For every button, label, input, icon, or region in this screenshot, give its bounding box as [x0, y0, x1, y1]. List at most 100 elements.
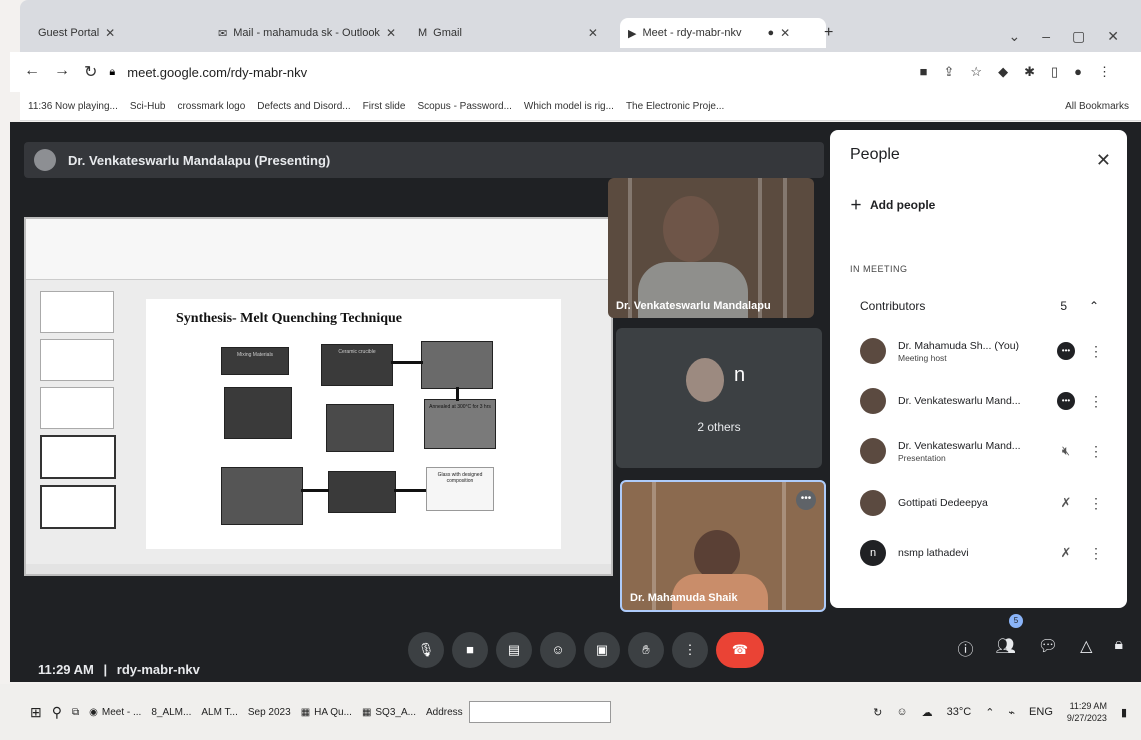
host-controls-icon[interactable]: 🔒︎: [1114, 636, 1123, 660]
close-icon[interactable]: ✕: [1107, 28, 1119, 45]
tile-name: Dr. Venkateswarlu Mandalapu: [616, 300, 771, 312]
in-meeting-heading: IN MEETING: [850, 264, 908, 274]
address-toolbar-input[interactable]: [468, 701, 611, 723]
emoji-button[interactable]: ☺: [540, 632, 576, 668]
slide-thumbnail[interactable]: [40, 387, 114, 429]
video-tile-self[interactable]: ••• Dr. Mahamuda Shaik: [620, 480, 826, 612]
taskbar-item[interactable]: ALM T...: [201, 707, 238, 718]
avatar: [860, 388, 886, 414]
more-vert-icon[interactable]: ⋮: [1089, 393, 1103, 410]
search-icon[interactable]: ⚲: [52, 704, 62, 721]
person-icon[interactable]: ☺: [896, 706, 907, 718]
back-icon[interactable]: ←: [24, 62, 40, 82]
powerpoint-ribbon: [26, 219, 611, 280]
slide-thumbnail[interactable]: [40, 485, 116, 529]
others-label: 2 others: [697, 420, 741, 434]
meeting-code: rdy-mabr-nkv: [116, 662, 200, 677]
more-options-icon[interactable]: •••: [796, 490, 816, 510]
bookmark-item[interactable]: crossmark logo: [177, 101, 245, 112]
activities-icon[interactable]: △: [1080, 636, 1092, 660]
tab-outlook[interactable]: ✉ Mail - mahamuda sk - Outlook ✕: [210, 18, 404, 48]
language-indicator[interactable]: ENG: [1029, 706, 1053, 718]
tab-gmail[interactable]: M Gmail ✕: [410, 18, 606, 48]
site-info-icon[interactable]: 🔒︎: [109, 66, 115, 79]
close-icon[interactable]: ✕: [386, 26, 396, 40]
camera-icon[interactable]: ■: [920, 64, 928, 80]
all-bookmarks-link[interactable]: All Bookmarks: [1065, 101, 1129, 112]
tab-meet[interactable]: ▶ Meet - rdy-mabr-nkv ● ✕: [620, 18, 826, 48]
tab-guest-portal[interactable]: Guest Portal ✕: [30, 18, 123, 48]
participant-name: Gottipati Dedeepya: [898, 496, 988, 509]
participant-role: Presentation: [898, 452, 946, 463]
refresh-icon[interactable]: ↻: [873, 706, 882, 719]
extension-icon[interactable]: ◆: [998, 64, 1008, 80]
clock[interactable]: 11:29 AM 9/27/2023: [1067, 700, 1107, 724]
info-icon[interactable]: ⓘ: [958, 636, 974, 660]
chat-icon[interactable]: 💬︎: [1038, 636, 1058, 660]
more-vert-icon[interactable]: ⋮: [1089, 495, 1103, 512]
flow-box-text: Ceramic crucible: [338, 349, 376, 355]
bookmark-item[interactable]: First slide: [363, 101, 406, 112]
contributors-section[interactable]: Contributors 5 ⌃: [840, 288, 1115, 324]
taskbar-item[interactable]: ▦ HA Qu...: [301, 707, 352, 718]
chevron-up-icon[interactable]: ⌃: [1089, 299, 1099, 313]
taskbar-item[interactable]: 8_ALM...: [151, 707, 191, 718]
maximize-icon[interactable]: ▢: [1072, 28, 1085, 45]
temperature[interactable]: 33°C: [947, 706, 972, 718]
flow-box-text: Mixing Materials: [236, 352, 274, 358]
chevron-down-icon[interactable]: ⌄: [1009, 28, 1021, 45]
close-icon[interactable]: ✕: [780, 26, 790, 40]
video-tile-presenter[interactable]: Dr. Venkateswarlu Mandalapu: [608, 178, 814, 318]
close-icon[interactable]: ✕: [588, 26, 598, 40]
bookmark-item[interactable]: Sci-Hub: [130, 101, 166, 112]
slide-thumbnail[interactable]: [40, 291, 114, 333]
close-icon[interactable]: ✕: [105, 26, 115, 40]
more-options-button[interactable]: ⋮: [672, 632, 708, 668]
forward-icon[interactable]: →: [54, 62, 70, 82]
more-vert-icon[interactable]: ⋮: [1089, 443, 1103, 460]
network-icon[interactable]: ⌁: [1008, 706, 1015, 719]
video-tile-others[interactable]: n 2 others: [616, 328, 822, 468]
more-vert-icon[interactable]: ⋮: [1089, 343, 1103, 360]
url-field[interactable]: meet.google.com/rdy-mabr-nkv: [127, 65, 307, 80]
people-icon[interactable]: 👥︎: [996, 636, 1016, 660]
powerpoint-statusbar: [26, 564, 611, 574]
puzzle-icon[interactable]: ✱: [1024, 64, 1035, 80]
add-people-button[interactable]: ＋ Add people: [850, 196, 935, 213]
bookmark-item[interactable]: 11:36 Now playing...: [28, 101, 118, 112]
chevron-up-icon[interactable]: ⌃: [985, 706, 994, 719]
bookmark-item[interactable]: Defects and Disord...: [257, 101, 350, 112]
meet-icon: ▶: [628, 27, 637, 40]
windows-start-icon[interactable]: ⊞: [30, 704, 42, 721]
star-icon[interactable]: ☆: [970, 64, 982, 80]
bookmark-item[interactable]: Which model is rig...: [524, 101, 614, 112]
task-view-icon[interactable]: ⧉: [72, 707, 79, 718]
profile-icon[interactable]: ●: [1074, 64, 1082, 80]
raise-hand-button[interactable]: ✋︎: [628, 632, 664, 668]
slide-title: Synthesis- Melt Quenching Technique: [176, 311, 402, 326]
notification-icon[interactable]: ▮: [1121, 706, 1127, 719]
slide-thumbnail[interactable]: [40, 435, 116, 479]
bookmark-item[interactable]: Scopus - Password...: [417, 101, 511, 112]
more-vert-icon[interactable]: ⋮: [1089, 545, 1103, 562]
reload-icon[interactable]: ↻: [84, 62, 97, 82]
avatar: [860, 438, 886, 464]
present-button[interactable]: ▣: [584, 632, 620, 668]
taskbar-item[interactable]: ▦ SQ3_A...: [362, 707, 416, 718]
sidepanel-icon[interactable]: ▯: [1051, 64, 1058, 80]
taskbar-item-meet[interactable]: ◉ Meet - ...: [89, 707, 141, 718]
minimize-icon[interactable]: –: [1042, 28, 1050, 45]
mic-off-icon: ✗: [1060, 495, 1072, 510]
new-tab-button[interactable]: +: [816, 18, 841, 48]
captions-button[interactable]: ▤: [496, 632, 532, 668]
menu-icon[interactable]: ⋮: [1098, 64, 1111, 80]
leave-call-button[interactable]: ☎︎: [716, 632, 764, 668]
contributors-count: 5: [1060, 299, 1067, 313]
bookmark-item[interactable]: The Electronic Proje...: [626, 101, 724, 112]
mic-button[interactable]: 🎙︎: [408, 632, 444, 668]
close-icon[interactable]: ✕: [1096, 150, 1111, 171]
slide-thumbnail[interactable]: [40, 339, 114, 381]
taskbar-item[interactable]: Sep 2023: [248, 707, 291, 718]
camera-button[interactable]: ■: [452, 632, 488, 668]
share-icon[interactable]: ⇪: [944, 64, 955, 80]
